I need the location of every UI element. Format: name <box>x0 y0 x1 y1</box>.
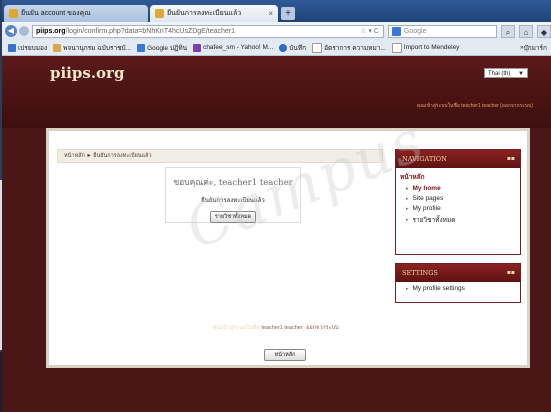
notice-message: ยืนยันการลงทะเบียนแล้ว <box>201 198 265 204</box>
header-login-info[interactable]: คุณเข้าสู่ระบบในชื่อ teacher1 teacher (อ… <box>417 102 533 110</box>
bullet-icon: ▸ <box>406 217 409 223</box>
tab-confirm-account[interactable]: ยืนยัน account ของคุณ <box>4 5 148 22</box>
settings-item-label: My profile settings <box>412 285 465 292</box>
bookmarks-menu[interactable]: » บุ๊กมาร์ก <box>520 43 547 53</box>
address-bar[interactable]: piips.org /login/confirm.php?data=bNhKnT… <box>32 24 384 38</box>
settings-item-my-profile[interactable]: ▸ My profile settings <box>396 282 520 292</box>
footer-login-info: คุณเข้าสู่ระบบในชื่อ teacher1 teacher (อ… <box>212 325 341 331</box>
bookmark-label: chafee_sm - Yahoo! M... <box>203 44 274 51</box>
bookmark-label: เปรยบมอง <box>18 44 48 52</box>
bookmark-item[interactable]: เปรยบมอง <box>8 43 47 53</box>
new-tab-button[interactable]: + <box>281 7 295 20</box>
bookmark-item[interactable]: chafee_sm - Yahoo! M... <box>193 43 274 52</box>
footer-user-link[interactable]: teacher1 teacher <box>261 325 302 331</box>
bookmark-item[interactable]: Import to Mendeley <box>391 42 460 53</box>
nav-item-site-pages[interactable]: ▸ Site pages <box>396 192 520 202</box>
bookmark-icon <box>8 43 16 52</box>
page-icon <box>312 42 323 53</box>
chevron-down-icon: ▼ <box>518 71 524 77</box>
settings-block: SETTINGS ▪▪ ▸ My profile settings <box>395 263 521 303</box>
confirmation-notice: ขอบคุณค่ะ, teacher1 teacher ยืนยันการลงท… <box>165 167 301 223</box>
search-go-icon[interactable]: ⌕ <box>501 24 515 38</box>
star-reload-icon[interactable]: ☆ ▾ C <box>360 27 383 35</box>
bookmark-label: Import to Mendeley <box>403 44 460 51</box>
yahoo-icon <box>193 43 202 52</box>
site-logo[interactable]: piips.org <box>50 64 124 82</box>
nav-item-my-home[interactable]: ▸ My home <box>396 182 520 192</box>
nav-item-label: รายวิชาทั้งหมด <box>412 217 456 224</box>
calendar-icon <box>137 43 146 52</box>
bookmarks-menu-label: บุ๊กมาร์ก <box>523 44 547 52</box>
nav-item-my-profile[interactable]: ▸ My profile <box>396 202 520 212</box>
navigation-block: NAVIGATION ▪▪ หน้าหลัก ▸ My home ▸ Site pa… <box>395 149 521 255</box>
navigation-block-header: NAVIGATION ▪▪ <box>396 150 520 168</box>
url-path: /login/confirm.php?data=bNhKnT4hcUsZDgE/… <box>65 27 236 35</box>
footer-logout-link[interactable]: ออกจากระบบ <box>306 325 338 331</box>
bullet-icon: ▸ <box>406 205 409 212</box>
bookmark-icon <box>53 43 62 52</box>
site-header: piips.org Thai (th) ▼ คุณเข้าสู่ระบบในชื… <box>2 56 551 128</box>
addon-icon[interactable]: ◆ <box>537 24 551 38</box>
google-icon <box>391 26 401 36</box>
tab-registration-confirmed[interactable]: ยืนยันการลงทะเบียนแล้ว × <box>150 5 278 22</box>
nav-item-label: My home <box>412 185 441 192</box>
nav-item-all-courses[interactable]: ▸ รายวิชาทั้งหมด <box>396 212 520 225</box>
block-control-icon[interactable]: ▪▪ <box>507 264 515 282</box>
url-host: piips.org <box>36 27 66 35</box>
search-placeholder: Google <box>403 27 427 35</box>
bookmark-item[interactable]: พจนานุกรม ฉบับราชบั... <box>53 43 131 53</box>
settings-block-header: SETTINGS ▪▪ <box>396 264 520 282</box>
close-tab-icon[interactable]: × <box>268 9 273 18</box>
bookmark-label: พจนานุกรม ฉบับราชบั... <box>63 44 132 52</box>
bullet-icon: ▸ <box>406 185 409 192</box>
bullet-icon: ▸ <box>406 195 409 202</box>
bookmarks-bar: เปรยบมอง พจนานุกรม ฉบับราชบั... Google ป… <box>2 40 551 56</box>
notice-title: ขอบคุณค่ะ, teacher1 teacher <box>173 178 293 188</box>
language-select[interactable]: Thai (th) ▼ <box>484 68 528 78</box>
bookmark-label: บันทึก <box>289 44 307 52</box>
web-page: piips.org Thai (th) ▼ คุณเข้าสู่ระบบในชื… <box>2 56 551 412</box>
bookmark-label: อัตราการ ความหมา... <box>324 44 386 52</box>
page-icon <box>391 42 402 53</box>
favicon-icon <box>9 9 18 18</box>
footer-login-prefix: คุณเข้าสู่ระบบในชื่อ <box>212 325 260 331</box>
browser-window: ยืนยัน account ของคุณ ยืนยันการลงทะเบียน… <box>2 0 551 412</box>
all-courses-button[interactable]: รายวิชาทั้งหมด <box>209 211 257 223</box>
tab-bar: ยืนยัน account ของคุณ ยืนยันการลงทะเบียน… <box>2 0 551 22</box>
tab-label: ยืนยันการลงทะเบียนแล้ว <box>167 10 242 17</box>
bookmark-item[interactable]: อัตราการ ความหมา... <box>312 42 386 53</box>
bullet-icon: ▸ <box>406 285 409 292</box>
block-title: SETTINGS <box>402 269 438 277</box>
navigation-toolbar: ◀ piips.org /login/confirm.php?data=bNhK… <box>2 22 551 40</box>
bookmark-label: Google ปฏิทิน <box>147 44 188 52</box>
block-title: NAVIGATION <box>402 155 447 163</box>
bookmark-item[interactable]: Google ปฏิทิน <box>137 43 187 53</box>
home-icon[interactable]: ⌂ <box>519 24 533 38</box>
bookmark-icon <box>279 43 288 52</box>
breadcrumb[interactable]: หน้าหลัก ► ยืนยันการลงทะเบียนแล้ว <box>57 149 383 163</box>
block-control-icon[interactable]: ▪▪ <box>507 150 515 168</box>
home-button[interactable]: หน้าหลัก <box>264 349 306 361</box>
nav-item-label: My profile <box>412 205 441 212</box>
bookmark-item[interactable]: บันทึก <box>279 43 306 53</box>
nav-item-label: Site pages <box>412 195 444 202</box>
search-input[interactable]: Google <box>387 24 497 38</box>
forward-icon[interactable] <box>19 26 29 36</box>
language-value: Thai (th) <box>488 71 511 77</box>
tab-label: ยืนยัน account ของคุณ <box>21 10 91 17</box>
content-box: หน้าหลัก ► ยืนยันการลงทะเบียนแล้ว ขอบคุณ… <box>46 128 530 368</box>
back-icon[interactable]: ◀ <box>5 25 17 37</box>
favicon-icon <box>155 9 164 18</box>
nav-root-home[interactable]: หน้าหลัก <box>396 168 520 182</box>
